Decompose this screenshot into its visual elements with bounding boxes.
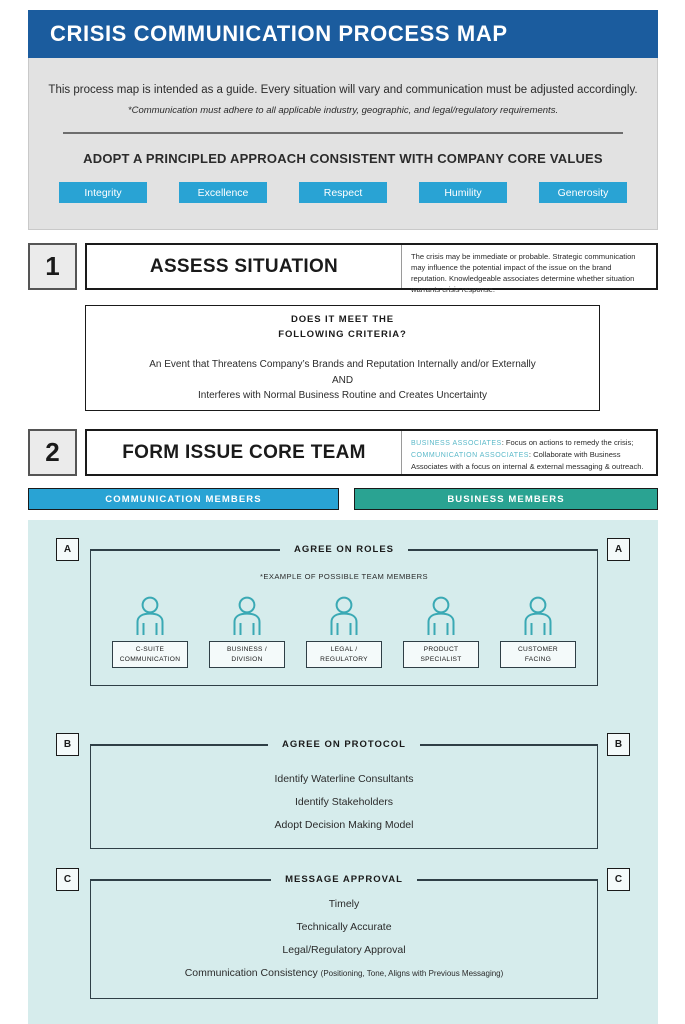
section-a-note: *EXAMPLE OF POSSIBLE TEAM MEMBERS bbox=[260, 572, 428, 581]
role-card-legal-regulatory[interactable]: LEGAL / REGULATORY bbox=[306, 595, 382, 668]
marker-c-left: C bbox=[56, 868, 79, 891]
role-label-business-division: BUSINESS / DIVISION bbox=[209, 641, 285, 668]
person-icon bbox=[233, 596, 261, 635]
person-icon bbox=[136, 596, 164, 635]
page-title: CRISIS COMMUNICATION PROCESS MAP bbox=[50, 21, 508, 46]
value-chip-excellence[interactable]: Excellence bbox=[179, 182, 267, 203]
criteria-body-line-1: An Event that Threatens Company’s Brands… bbox=[149, 359, 536, 371]
role-label-line-2: FACING bbox=[524, 655, 552, 663]
role-card-customer-facing[interactable]: CUSTOMER FACING bbox=[500, 595, 576, 668]
step-2-title: FORM ISSUE CORE TEAM bbox=[87, 431, 402, 474]
role-card-product-specialist[interactable]: PRODUCT SPECIALIST bbox=[403, 595, 479, 668]
role-card-business-division[interactable]: BUSINESS / DIVISION bbox=[209, 595, 285, 668]
section-a-title: AGREE ON ROLES bbox=[279, 543, 409, 555]
step-1-title: ASSESS SITUATION bbox=[87, 245, 402, 288]
rule-right bbox=[408, 549, 599, 551]
section-agree-on-protocol: B B Identify Waterline Consultants Ident… bbox=[28, 715, 658, 849]
intro-footnote-text: *Communication must adhere to all applic… bbox=[127, 105, 559, 116]
marker-b-left: B bbox=[56, 733, 79, 756]
role-label-line-2: REGULATORY bbox=[320, 655, 368, 663]
section-c-box: Timely Technically Accurate Legal/Regula… bbox=[90, 880, 598, 999]
business-members-bar: BUSINESS MEMBERS bbox=[354, 488, 658, 510]
intro-divider bbox=[63, 132, 623, 134]
business-associates-tag: BUSINESS ASSOCIATES bbox=[411, 440, 502, 447]
rule-left bbox=[90, 744, 269, 746]
communication-members-bar: COMMUNICATION MEMBERS bbox=[28, 488, 339, 510]
section-agree-on-roles: A A *EXAMPLE OF POSSIBLE TEAM MEMBERS C-… bbox=[28, 520, 658, 710]
rule-right bbox=[420, 744, 599, 746]
step-2-row: 2 FORM ISSUE CORE TEAM BUSINESS ASSOCIAT… bbox=[28, 429, 658, 476]
criteria-body-line-2: AND bbox=[331, 374, 354, 386]
core-values-heading: ADOPT A PRINCIPLED APPROACH CONSISTENT W… bbox=[83, 151, 603, 166]
role-label-line-1: PRODUCT bbox=[423, 645, 459, 653]
marker-a-right: A bbox=[607, 538, 630, 561]
approval-item-4-paren: (Positioning, Tone, Aligns with Previous… bbox=[320, 969, 504, 978]
role-label-c-suite-communication: C-SUITE COMMUNICATION bbox=[112, 641, 188, 668]
marker-a-left: A bbox=[56, 538, 79, 561]
section-message-approval: C C Timely Technically Accurate Legal/Re… bbox=[28, 850, 658, 999]
step-2-description: BUSINESS ASSOCIATES: Focus on actions to… bbox=[402, 431, 656, 474]
role-label-line-2: SPECIALIST bbox=[420, 655, 462, 663]
criteria-heading-line-2: FOLLOWING CRITERIA? bbox=[278, 328, 407, 340]
team-sections-panel: A A *EXAMPLE OF POSSIBLE TEAM MEMBERS C-… bbox=[28, 520, 658, 1024]
marker-c-right: C bbox=[607, 868, 630, 891]
page-header: CRISIS COMMUNICATION PROCESS MAP bbox=[28, 10, 658, 58]
role-label-line-2: COMMUNICATION bbox=[119, 655, 181, 663]
role-label-line-1: LEGAL / bbox=[330, 645, 358, 653]
intro-panel: This process map is intended as a guide.… bbox=[28, 58, 658, 230]
marker-b-right: B bbox=[607, 733, 630, 756]
person-icon bbox=[524, 596, 552, 635]
person-icon bbox=[427, 596, 455, 635]
approval-item-4-main: Communication Consistency bbox=[184, 967, 321, 979]
section-a-box: *EXAMPLE OF POSSIBLE TEAM MEMBERS C-SUIT… bbox=[90, 550, 598, 686]
protocol-item-2: Identify Stakeholders bbox=[294, 796, 394, 808]
criteria-heading: DOES IT MEET THE FOLLOWING CRITERIA? bbox=[86, 313, 599, 342]
step-1-body: ASSESS SITUATION The crisis may be immed… bbox=[85, 243, 658, 294]
communication-associates-tag: COMMUNICATION ASSOCIATES bbox=[411, 452, 529, 460]
approval-item-3: Legal/Regulatory Approval bbox=[282, 944, 406, 956]
step-2-body: FORM ISSUE CORE TEAM BUSINESS ASSOCIATES… bbox=[85, 429, 658, 476]
process-map-page: CRISIS COMMUNICATION PROCESS MAP This pr… bbox=[0, 0, 685, 1024]
criteria-box: DOES IT MEET THE FOLLOWING CRITERIA? An … bbox=[85, 305, 600, 411]
approval-item-4: Communication Consistency (Positioning, … bbox=[91, 967, 597, 979]
value-chip-integrity[interactable]: Integrity bbox=[59, 182, 147, 203]
step-2-number: 2 bbox=[28, 429, 77, 476]
criteria-body-line-3: Interferes with Normal Business Routine … bbox=[197, 390, 488, 402]
role-label-line-1: BUSINESS / bbox=[226, 645, 267, 653]
protocol-item-3: Adopt Decision Making Model bbox=[274, 819, 414, 831]
role-label-customer-facing: CUSTOMER FACING bbox=[500, 641, 576, 668]
role-label-line-1: CUSTOMER bbox=[517, 645, 558, 653]
person-icon bbox=[330, 596, 358, 635]
step-1-description: The crisis may be immediate or probable.… bbox=[411, 252, 636, 294]
role-card-c-suite-communication[interactable]: C-SUITE COMMUNICATION bbox=[112, 595, 188, 668]
business-associates-desc: : Focus on actions to remedy the crisis; bbox=[501, 438, 634, 447]
role-label-line-1: C-SUITE bbox=[135, 645, 165, 653]
value-chip-generosity[interactable]: Generosity bbox=[539, 182, 627, 203]
core-values-chip-group: Integrity Excellence Respect Humility Ge… bbox=[29, 182, 657, 203]
approval-item-2: Technically Accurate bbox=[296, 921, 392, 933]
step-1-number: 1 bbox=[28, 243, 77, 290]
value-chip-respect[interactable]: Respect bbox=[299, 182, 387, 203]
approval-item-1: Timely bbox=[328, 898, 360, 910]
section-b-box: Identify Waterline Consultants Identify … bbox=[90, 745, 598, 849]
criteria-body: An Event that Threatens Company’s Brands… bbox=[86, 357, 599, 404]
role-label-product-specialist: PRODUCT SPECIALIST bbox=[403, 641, 479, 668]
rule-left bbox=[90, 879, 272, 881]
role-label-line-2: DIVISION bbox=[231, 655, 263, 663]
intro-guide-text: This process map is intended as a guide.… bbox=[48, 84, 638, 96]
section-b-title: AGREE ON PROTOCOL bbox=[268, 738, 420, 750]
rule-right bbox=[416, 879, 598, 881]
step-1-row: 1 ASSESS SITUATION The crisis may be imm… bbox=[28, 243, 658, 294]
section-c-title: MESSAGE APPROVAL bbox=[271, 873, 417, 885]
rule-left bbox=[90, 549, 280, 551]
role-card-group: C-SUITE COMMUNICATION BUSINESS / DIVISIO… bbox=[91, 595, 597, 668]
criteria-heading-line-1: DOES IT MEET THE bbox=[290, 314, 395, 325]
role-label-legal-regulatory: LEGAL / REGULATORY bbox=[306, 641, 382, 668]
protocol-item-1: Identify Waterline Consultants bbox=[274, 773, 414, 785]
value-chip-humility[interactable]: Humility bbox=[419, 182, 507, 203]
